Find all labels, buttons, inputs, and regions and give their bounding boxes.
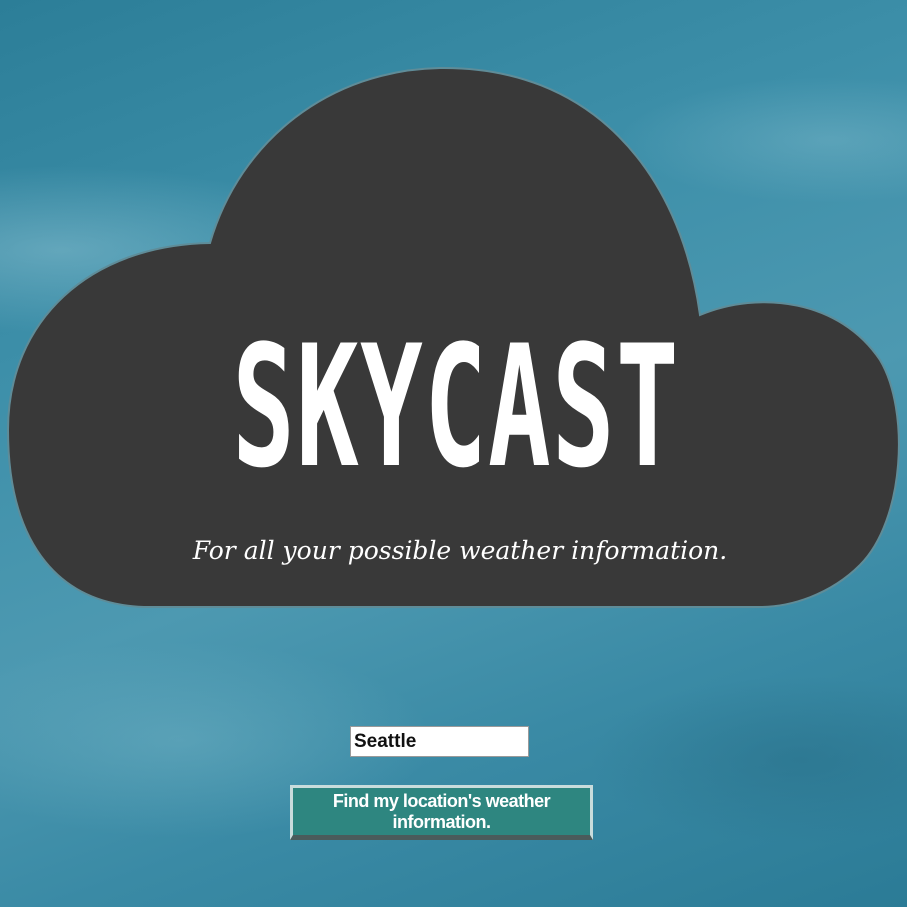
logo-wordmark: SKYCAST [232, 309, 680, 505]
location-input[interactable] [350, 726, 529, 757]
tagline: For all your possible weather informatio… [192, 536, 728, 565]
find-weather-button[interactable]: Find my location's weather information. [290, 785, 593, 840]
